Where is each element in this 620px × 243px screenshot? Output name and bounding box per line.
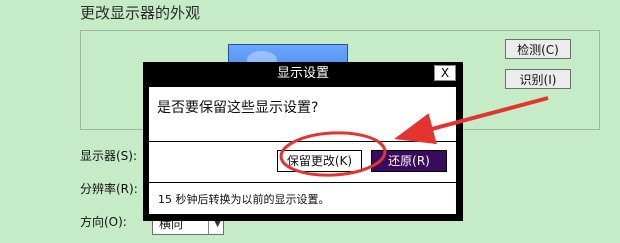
identify-button[interactable]: 识别(I) xyxy=(505,69,571,89)
dialog-title: 显示设置 xyxy=(276,66,329,81)
countdown-text: 15 秒钟后转换为以前的显示设置。 xyxy=(158,193,330,206)
dialog-question: 是否要保留这些显示设置? xyxy=(157,100,319,116)
revert-button[interactable]: 还原(R) xyxy=(371,150,447,172)
resolution-label: 分辨率(R): xyxy=(80,182,138,196)
dialog-separator xyxy=(149,141,456,142)
orientation-label: 方向(O): xyxy=(80,215,127,229)
page-title: 更改显示器的外观 xyxy=(80,4,201,22)
keep-changes-button[interactable]: 保留更改(K) xyxy=(277,150,362,172)
dialog-separator xyxy=(149,182,456,183)
detect-button[interactable]: 检测(C) xyxy=(505,39,571,59)
display-label: 显示器(S): xyxy=(80,149,138,163)
close-icon[interactable]: X xyxy=(434,65,456,81)
